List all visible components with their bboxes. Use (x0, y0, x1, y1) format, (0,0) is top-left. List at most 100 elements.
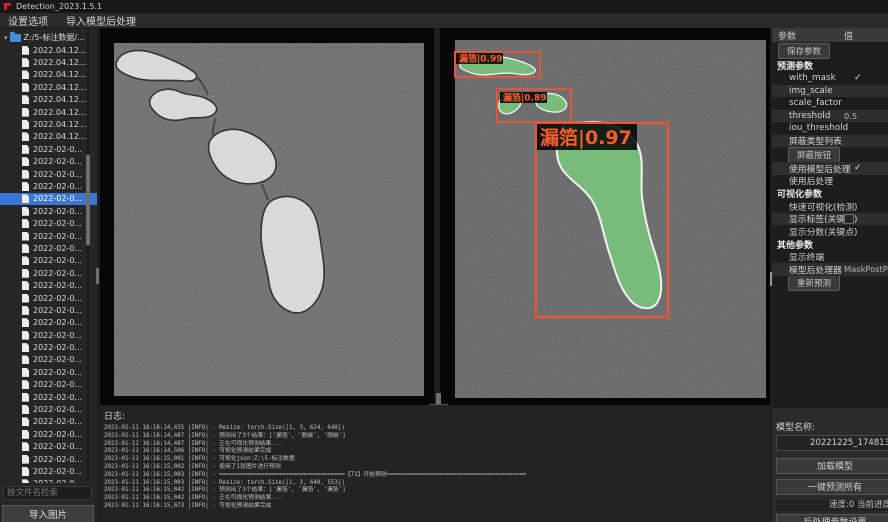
tree-item[interactable]: 2022-02-0... (0, 391, 97, 403)
tree-item[interactable]: 2022-02-0... (0, 168, 97, 180)
tree-item[interactable]: 2022-02-0... (0, 292, 97, 304)
tree-item[interactable]: 2022-02-0... (0, 230, 97, 242)
menu-item[interactable]: 设置选项 (8, 13, 48, 28)
param-action-button[interactable]: 屏蔽按钮 (788, 147, 840, 163)
tree-item[interactable]: 2022-02-0... (0, 416, 97, 428)
filename-search-input[interactable] (3, 486, 92, 500)
tree-scrollbar[interactable] (86, 31, 90, 481)
postprocess-settings-button[interactable]: 后处理参数设置 (776, 514, 888, 522)
parameter-scrollbar-thumb[interactable] (770, 272, 772, 286)
sidebar-splitter-handle[interactable] (96, 268, 99, 284)
tree-item[interactable]: 2022.04.12... (0, 118, 97, 130)
param-row[interactable]: 显示分数(关键点) (772, 225, 888, 238)
tree-item-label: 2022-02-0... (33, 343, 82, 352)
tree-item[interactable]: 2022-02-0... (0, 304, 97, 316)
tree-item[interactable]: 2022-02-0... (0, 242, 97, 254)
tree-item[interactable]: 2022-02-0... (0, 279, 97, 291)
param-value[interactable]: 0.5 (844, 111, 857, 121)
log-line: 2023-01-11 16:16:15,001 |INFO| - 可视化json… (104, 456, 770, 464)
log-lines[interactable]: 2023-01-11 16:16:14,435 |INFO| - Resize:… (100, 425, 770, 511)
parameter-table-header: 参数 值 (772, 28, 888, 42)
file-icon (22, 207, 29, 216)
param-row[interactable]: scale_factor (772, 97, 888, 110)
tree-item[interactable]: 2022-02-0... (0, 441, 97, 453)
tree-item[interactable]: 2022-02-0... (0, 428, 97, 440)
import-images-button[interactable]: 导入图片 (2, 505, 94, 522)
tree-scrollbar-thumb[interactable] (86, 155, 90, 245)
param-label: iou_threshold (789, 123, 848, 133)
param-section-header: 预测参数 (772, 59, 888, 72)
tree-item-label: 2022.04.12... (33, 132, 86, 141)
checkbox-unchecked[interactable] (844, 214, 854, 224)
tree-item[interactable]: 2022-02-0... (0, 255, 97, 267)
param-row[interactable]: with_mask ✓ (772, 72, 888, 85)
tree-root-item[interactable]: ▾ Z:/5-标注数据/... (0, 31, 97, 44)
model-section: 模型名称: 20221225_174813 加载模型 一键预测所有 速度:0 当… (772, 408, 888, 522)
file-icon (22, 95, 29, 104)
param-row[interactable]: 使用后处理 (772, 175, 888, 188)
tree-expand-icon[interactable]: ▾ (4, 34, 8, 42)
param-row[interactable]: 快速可视化(检测) (772, 200, 888, 213)
param-row[interactable]: 显示标签(关键点) (772, 213, 888, 226)
tree-item[interactable]: 2022-02-0... (0, 403, 97, 415)
param-row[interactable]: img_scale (772, 85, 888, 98)
tree-item-selected[interactable]: 2022-02-0... (0, 193, 97, 205)
value-column-header: 值 (844, 29, 853, 42)
tree-item[interactable]: 2022-02-0... (0, 143, 97, 155)
tree-item-label: 2022-02-0... (33, 430, 82, 439)
tree-item[interactable]: 2022-02-0... (0, 317, 97, 329)
param-row[interactable]: threshold0.5 (772, 110, 888, 123)
tree-item[interactable]: 2022-02-0... (0, 453, 97, 465)
load-model-button[interactable]: 加载模型 (776, 458, 888, 474)
file-icon (22, 120, 29, 129)
file-icon (22, 70, 29, 79)
tree-item[interactable]: 2022-02-0... (0, 217, 97, 229)
tree-item[interactable]: 2022-02-0 (0, 478, 97, 483)
param-row[interactable]: 显示终端 (772, 251, 888, 264)
tree-item-label: 2022-02-0... (33, 281, 82, 290)
param-row[interactable]: iou_threshold (772, 122, 888, 135)
tree-item[interactable]: 2022-02-0... (0, 366, 97, 378)
tree-item[interactable]: 2022.04.12... (0, 44, 97, 56)
tree-item[interactable]: 2022.04.12... (0, 56, 97, 68)
tree-item[interactable]: 2022-02-0... (0, 267, 97, 279)
param-column-header: 参数 (772, 29, 796, 42)
app-window: Detection_2023.1.5.1 设置选项导入模型后处理 ▾ Z:/5-… (0, 0, 888, 522)
file-icon (22, 194, 29, 203)
model-name-field[interactable]: 20221225_174813 (776, 435, 888, 451)
tree-item-label: 2022-02-0... (33, 269, 82, 278)
checkmark-icon[interactable]: ✓ (854, 73, 862, 83)
tree-item[interactable]: 2022.04.12... (0, 131, 97, 143)
tree-item[interactable]: 2022.04.12... (0, 94, 97, 106)
detection-label: 漏箔|0.89 (503, 92, 547, 104)
param-row[interactable]: 模型后处理器MaskPostPro (772, 263, 888, 276)
tree-item[interactable]: 2022-02-0... (0, 341, 97, 353)
tree-item[interactable]: 2022-02-0... (0, 354, 97, 366)
param-row[interactable]: 屏蔽类型列表 (772, 135, 888, 148)
tree-item[interactable]: 2022-02-0... (0, 180, 97, 192)
param-label: with_mask (789, 73, 836, 83)
param-value[interactable]: MaskPostPro (844, 264, 888, 274)
param-label: 使用模型后处理 (789, 162, 851, 175)
tree-item[interactable]: 2022.04.12... (0, 81, 97, 93)
file-icon (22, 182, 29, 191)
parameter-rows: 预测参数with_mask ✓ img_scalescale_factorthres… (772, 59, 888, 291)
tree-item[interactable]: 2022-02-0... (0, 205, 97, 217)
tree-item[interactable]: 2022-02-0... (0, 156, 97, 168)
tree-item[interactable]: 2022.04.12... (0, 69, 97, 81)
tree-item-label: 2022.04.12... (33, 108, 86, 117)
menu-item[interactable]: 导入模型后处理 (66, 13, 136, 28)
tree-item[interactable]: 2022-02-0... (0, 379, 97, 391)
save-params-button[interactable]: 保存参数 (778, 43, 830, 59)
tree-item[interactable]: 2022.04.12... (0, 106, 97, 118)
detection-label: 漏箔|0.97 (540, 126, 632, 149)
checkmark-icon[interactable]: ✓ (854, 163, 862, 173)
tree-item[interactable]: 2022-02-0... (0, 465, 97, 477)
param-row[interactable]: 使用模型后处理✓ (772, 162, 888, 175)
tree-item-label: 2022.04.12... (33, 95, 86, 104)
tree-item[interactable]: 2022-02-0... (0, 329, 97, 341)
app-logo-icon (4, 3, 11, 10)
param-action-button[interactable]: 重新预测 (788, 275, 840, 291)
log-line: 2023-01-11 16:16:15,073 |INFO| - 可视化预测结果… (104, 503, 770, 511)
predict-all-button[interactable]: 一键预测所有 (776, 479, 888, 495)
